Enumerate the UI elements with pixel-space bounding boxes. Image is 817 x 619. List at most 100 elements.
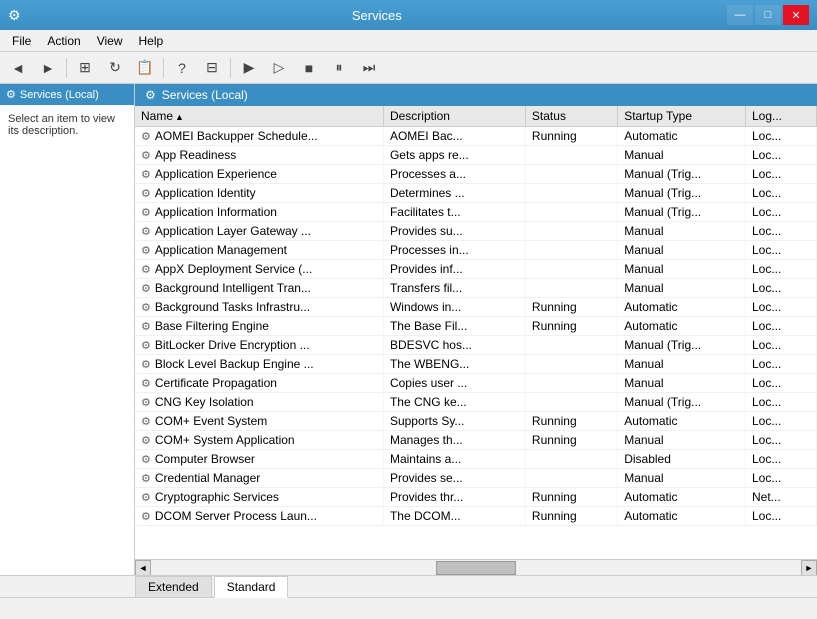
services-table-container[interactable]: Name▲ Description Status Startup Type Lo… bbox=[135, 106, 817, 559]
col-header-status[interactable]: Status bbox=[525, 106, 617, 127]
table-row[interactable]: ⚙COM+ System ApplicationManages th...Run… bbox=[135, 431, 817, 450]
service-log-cell: Loc... bbox=[745, 146, 816, 165]
col-header-startup-type[interactable]: Startup Type bbox=[618, 106, 746, 127]
service-startup-cell: Manual bbox=[618, 260, 746, 279]
table-row[interactable]: ⚙DCOM Server Process Laun...The DCOM...R… bbox=[135, 507, 817, 526]
close-button[interactable]: ✕ bbox=[783, 5, 809, 25]
service-icon: ⚙ bbox=[141, 378, 151, 390]
service-startup-cell: Disabled bbox=[618, 450, 746, 469]
service-icon: ⚙ bbox=[141, 188, 151, 200]
service-icon: ⚙ bbox=[141, 264, 151, 276]
start2-service-button[interactable]: ▷ bbox=[265, 55, 293, 81]
minimize-button[interactable]: — bbox=[727, 5, 753, 25]
table-row[interactable]: ⚙Application ExperienceProcesses a...Man… bbox=[135, 165, 817, 184]
horizontal-scrollbar[interactable]: ◄ ► bbox=[135, 559, 817, 575]
restart-service-button[interactable]: ⏭ bbox=[355, 55, 383, 81]
table-row[interactable]: ⚙Credential ManagerProvides se...ManualL… bbox=[135, 469, 817, 488]
service-log-cell: Loc... bbox=[745, 241, 816, 260]
service-description-cell: Processes in... bbox=[383, 241, 525, 260]
start-service-button[interactable]: ▶ bbox=[235, 55, 263, 81]
scroll-left-button[interactable]: ◄ bbox=[135, 560, 151, 576]
service-status-cell bbox=[525, 336, 617, 355]
service-log-cell: Loc... bbox=[745, 279, 816, 298]
service-startup-cell: Manual bbox=[618, 279, 746, 298]
service-status-cell bbox=[525, 393, 617, 412]
service-status-cell bbox=[525, 146, 617, 165]
table-row[interactable]: ⚙AppX Deployment Service (...Provides in… bbox=[135, 260, 817, 279]
table-row[interactable]: ⚙Base Filtering EngineThe Base Fil...Run… bbox=[135, 317, 817, 336]
table-row[interactable]: ⚙Background Tasks Infrastru...Windows in… bbox=[135, 298, 817, 317]
table-row[interactable]: ⚙Background Intelligent Tran...Transfers… bbox=[135, 279, 817, 298]
sidebar-description: Select an item to view its description. bbox=[0, 105, 134, 145]
table-row[interactable]: ⚙Application ManagementProcesses in...Ma… bbox=[135, 241, 817, 260]
col-header-name[interactable]: Name▲ bbox=[135, 106, 383, 127]
service-log-cell: Loc... bbox=[745, 298, 816, 317]
table-row[interactable]: ⚙Application Layer Gateway ...Provides s… bbox=[135, 222, 817, 241]
service-icon: ⚙ bbox=[141, 454, 151, 466]
table-row[interactable]: ⚙Computer BrowserMaintains a...DisabledL… bbox=[135, 450, 817, 469]
menu-help[interactable]: Help bbox=[131, 32, 172, 50]
service-startup-cell: Automatic bbox=[618, 507, 746, 526]
separator-2 bbox=[163, 58, 164, 78]
service-name-cell: ⚙Computer Browser bbox=[135, 450, 383, 469]
table-row[interactable]: ⚙Application IdentityDetermines ...Manua… bbox=[135, 184, 817, 203]
service-name-cell: ⚙Background Tasks Infrastru... bbox=[135, 298, 383, 317]
service-icon: ⚙ bbox=[141, 245, 151, 257]
table-row[interactable]: ⚙Block Level Backup Engine ...The WBENG.… bbox=[135, 355, 817, 374]
service-startup-cell: Manual bbox=[618, 355, 746, 374]
service-status-cell bbox=[525, 203, 617, 222]
back-button[interactable]: ◄ bbox=[4, 55, 32, 81]
content-header: ⚙ Services (Local) bbox=[135, 84, 817, 106]
service-icon: ⚙ bbox=[141, 283, 151, 295]
table-row[interactable]: ⚙Certificate PropagationCopies user ...M… bbox=[135, 374, 817, 393]
maximize-button[interactable]: □ bbox=[755, 5, 781, 25]
refresh-button[interactable]: ↻ bbox=[101, 55, 129, 81]
separator-3 bbox=[230, 58, 231, 78]
service-icon: ⚙ bbox=[141, 492, 151, 504]
table-row[interactable]: ⚙COM+ Event SystemSupports Sy...RunningA… bbox=[135, 412, 817, 431]
separator-1 bbox=[66, 58, 67, 78]
table-row[interactable]: ⚙Cryptographic ServicesProvides thr...Ru… bbox=[135, 488, 817, 507]
stop-service-button[interactable]: ■ bbox=[295, 55, 323, 81]
forward-button[interactable]: ► bbox=[34, 55, 62, 81]
service-status-cell: Running bbox=[525, 127, 617, 146]
menu-file[interactable]: File bbox=[4, 32, 39, 50]
service-log-cell: Loc... bbox=[745, 317, 816, 336]
show-hide-console-button[interactable]: ⊞ bbox=[71, 55, 99, 81]
menu-bar: File Action View Help bbox=[0, 30, 817, 52]
service-status-cell bbox=[525, 165, 617, 184]
pause-service-button[interactable]: ⏸ bbox=[325, 55, 353, 81]
service-status-cell bbox=[525, 374, 617, 393]
table-row[interactable]: ⚙Application InformationFacilitates t...… bbox=[135, 203, 817, 222]
scroll-track[interactable] bbox=[151, 560, 801, 575]
tab-strip: Extended Standard bbox=[0, 575, 817, 597]
service-description-cell: Transfers fil... bbox=[383, 279, 525, 298]
scroll-thumb[interactable] bbox=[436, 561, 516, 575]
service-name-cell: ⚙Base Filtering Engine bbox=[135, 317, 383, 336]
table-row[interactable]: ⚙BitLocker Drive Encryption ...BDESVC ho… bbox=[135, 336, 817, 355]
col-header-description[interactable]: Description bbox=[383, 106, 525, 127]
table-row[interactable]: ⚙CNG Key IsolationThe CNG ke...Manual (T… bbox=[135, 393, 817, 412]
services-tbody: ⚙AOMEI Backupper Schedule...AOMEI Bac...… bbox=[135, 127, 817, 526]
col-header-log[interactable]: Log... bbox=[745, 106, 816, 127]
help-button[interactable]: ? bbox=[168, 55, 196, 81]
export-button[interactable]: 📋 bbox=[131, 55, 159, 81]
properties-button[interactable]: ⊟ bbox=[198, 55, 226, 81]
service-description-cell: Copies user ... bbox=[383, 374, 525, 393]
service-name-cell: ⚙Application Information bbox=[135, 203, 383, 222]
service-status-cell: Running bbox=[525, 317, 617, 336]
scroll-right-button[interactable]: ► bbox=[801, 560, 817, 576]
tab-standard[interactable]: Standard bbox=[214, 576, 289, 598]
service-icon: ⚙ bbox=[141, 150, 151, 162]
service-name-cell: ⚙Credential Manager bbox=[135, 469, 383, 488]
menu-view[interactable]: View bbox=[89, 32, 131, 50]
service-status-cell: Running bbox=[525, 488, 617, 507]
table-row[interactable]: ⚙AOMEI Backupper Schedule...AOMEI Bac...… bbox=[135, 127, 817, 146]
service-status-cell bbox=[525, 355, 617, 374]
service-icon: ⚙ bbox=[141, 416, 151, 428]
table-row[interactable]: ⚙App ReadinessGets apps re...ManualLoc..… bbox=[135, 146, 817, 165]
tab-extended[interactable]: Extended bbox=[135, 576, 212, 597]
menu-action[interactable]: Action bbox=[39, 32, 88, 50]
service-icon: ⚙ bbox=[141, 397, 151, 409]
service-description-cell: The Base Fil... bbox=[383, 317, 525, 336]
